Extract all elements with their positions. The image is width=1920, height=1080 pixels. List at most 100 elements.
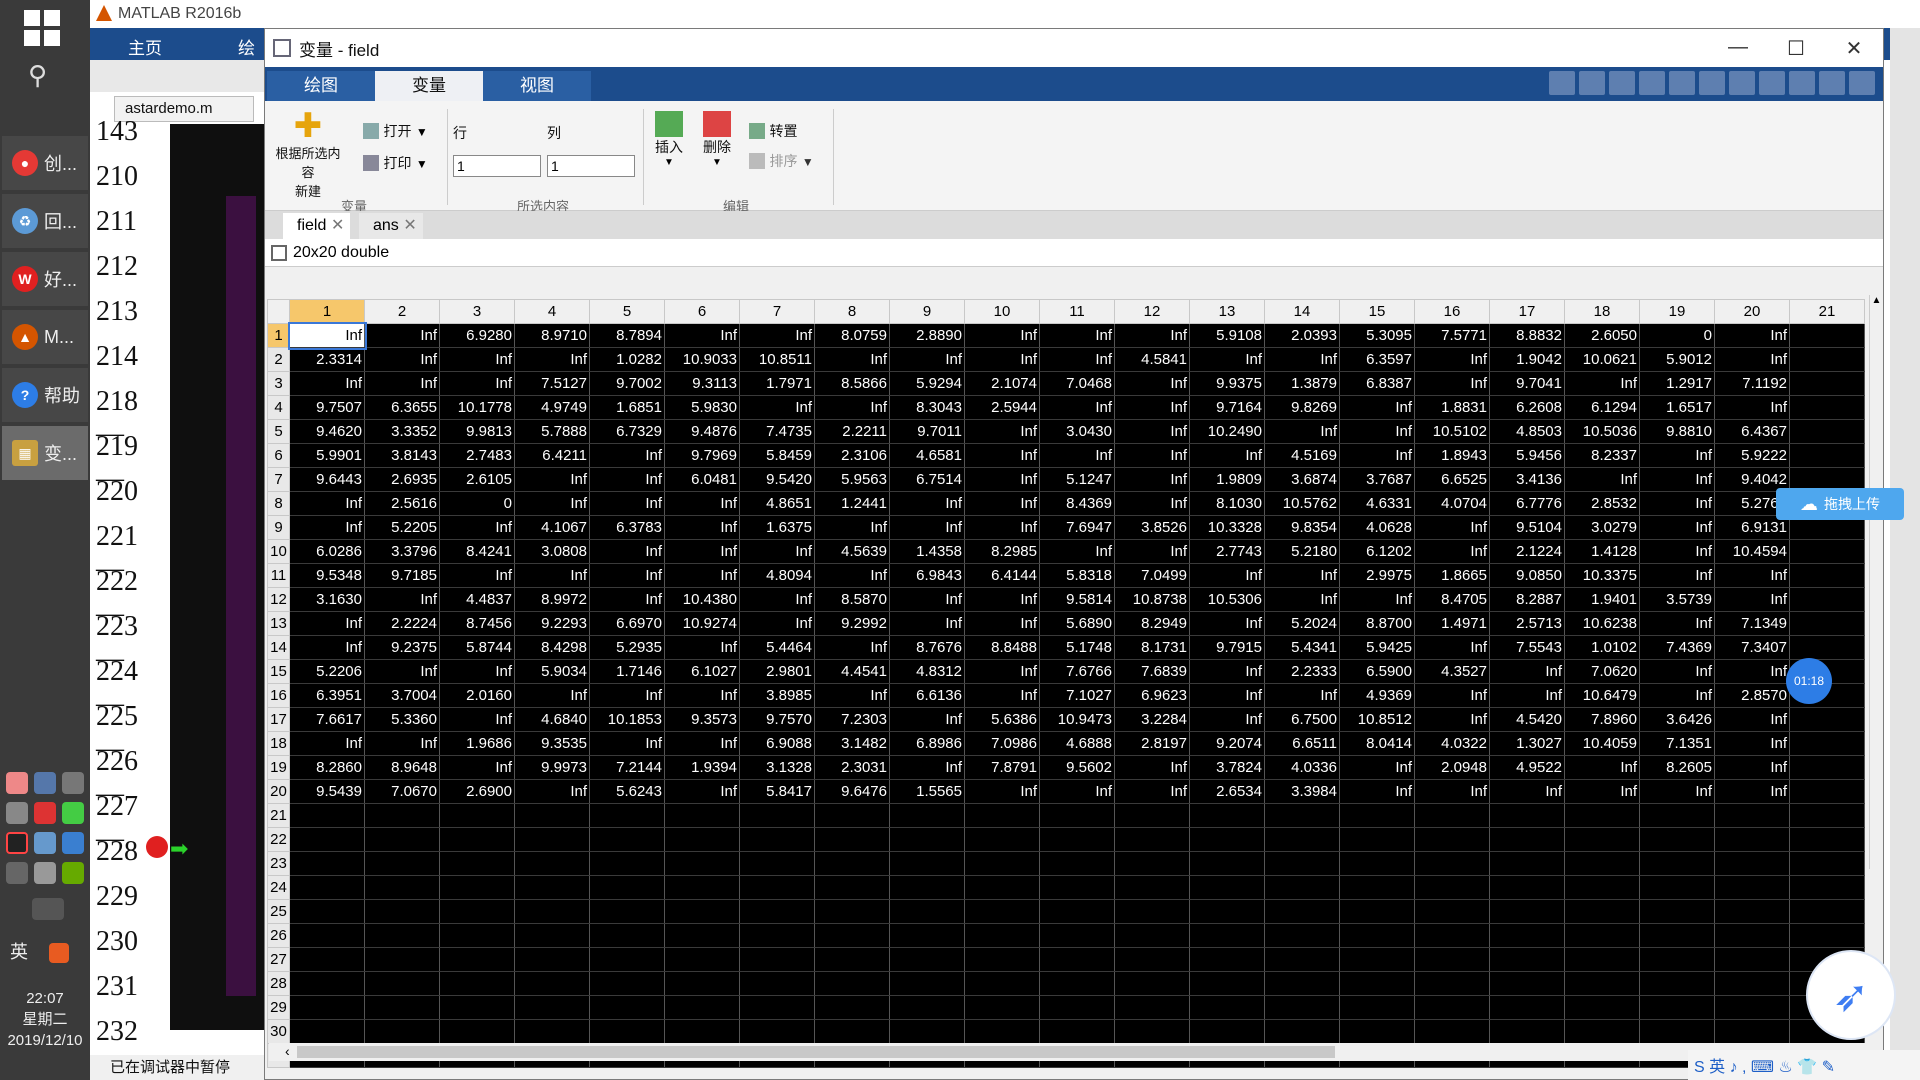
grid-cell[interactable] [1414, 851, 1490, 876]
grid-cell[interactable]: 7.1027 [1039, 683, 1115, 708]
grid-cell[interactable] [1714, 995, 1790, 1020]
grid-cell[interactable]: 10.5036 [1564, 419, 1640, 444]
grid-cell[interactable] [1489, 971, 1565, 996]
grid-cell[interactable] [1489, 995, 1565, 1020]
grid-cell[interactable]: Inf [589, 443, 665, 468]
grid-cell[interactable] [439, 995, 515, 1020]
grid-cell[interactable] [589, 995, 665, 1020]
grid-cell[interactable]: 7.0499 [1114, 563, 1190, 588]
grid-cell[interactable] [814, 971, 890, 996]
grid-cell[interactable]: Inf [364, 347, 440, 372]
row-header[interactable]: 1 [267, 323, 290, 348]
grid-cell[interactable]: 6.3597 [1339, 347, 1415, 372]
grid-cell[interactable]: Inf [364, 731, 440, 756]
undo-icon[interactable] [1699, 71, 1725, 95]
grid-cell[interactable] [439, 803, 515, 828]
grid-cell[interactable]: Inf [1414, 779, 1490, 804]
grid-cell[interactable] [1339, 851, 1415, 876]
grid-cell[interactable] [1339, 875, 1415, 900]
grid-cell[interactable]: 10.1778 [439, 395, 515, 420]
grid-cell[interactable]: 8.5866 [814, 371, 890, 396]
grid-cell[interactable]: Inf [1639, 539, 1715, 564]
grid-cell[interactable]: Inf [289, 611, 365, 636]
grid-cell[interactable]: 6.3951 [289, 683, 365, 708]
grid-cell[interactable]: Inf [1639, 491, 1715, 516]
grid-cell[interactable]: 2.8890 [889, 323, 965, 348]
grid-cell[interactable]: Inf [889, 587, 965, 612]
grid-cell[interactable]: 9.3113 [664, 371, 740, 396]
grid-cell[interactable]: 3.8526 [1114, 515, 1190, 540]
grid-cell[interactable]: 3.7824 [1189, 755, 1265, 780]
grid-cell[interactable]: 8.0759 [814, 323, 890, 348]
col-input[interactable]: 1 [547, 155, 635, 177]
grid-cell[interactable]: Inf [814, 395, 890, 420]
grid-cell[interactable]: 4.9369 [1339, 683, 1415, 708]
grid-cell[interactable]: Inf [1339, 755, 1415, 780]
grid-cell[interactable] [1714, 923, 1790, 948]
grid-cell[interactable] [964, 827, 1040, 852]
grid-cell[interactable] [1639, 947, 1715, 972]
grid-cell[interactable] [664, 875, 740, 900]
cut-icon[interactable] [1609, 71, 1635, 95]
grid-cell[interactable] [1189, 851, 1265, 876]
grid-cell[interactable]: Inf [589, 467, 665, 492]
row-header[interactable]: 14 [267, 635, 290, 660]
grid-cell[interactable]: 9.3573 [664, 707, 740, 732]
grid-cell[interactable]: Inf [364, 371, 440, 396]
grid-cell[interactable]: Inf [1714, 587, 1790, 612]
grid-cell[interactable]: Inf [1414, 515, 1490, 540]
column-header[interactable]: 2 [364, 299, 440, 324]
grid-cell[interactable]: Inf [964, 347, 1040, 372]
grid-cell[interactable] [1789, 923, 1865, 948]
row-header[interactable]: 22 [267, 827, 290, 852]
grid-cell[interactable] [1789, 443, 1865, 468]
grid-cell[interactable]: 5.9222 [1714, 443, 1790, 468]
grid-cell[interactable]: 2.2224 [364, 611, 440, 636]
column-header[interactable]: 17 [1489, 299, 1565, 324]
grid-cell[interactable] [364, 875, 440, 900]
grid-cell[interactable]: 6.3783 [589, 515, 665, 540]
grid-cell[interactable]: Inf [1114, 371, 1190, 396]
grid-cell[interactable] [289, 971, 365, 996]
row-header[interactable]: 21 [267, 803, 290, 828]
grid-cell[interactable]: 10.6479 [1564, 683, 1640, 708]
grid-cell[interactable]: Inf [739, 611, 815, 636]
row-header[interactable]: 26 [267, 923, 290, 948]
grid-cell[interactable]: 10.6238 [1564, 611, 1640, 636]
grid-cell[interactable] [1789, 371, 1865, 396]
grid-cell[interactable] [664, 1019, 740, 1044]
grid-cell[interactable] [1339, 1019, 1415, 1044]
grid-cell[interactable]: 5.8318 [1039, 563, 1115, 588]
grid-cell[interactable]: 4.8312 [889, 659, 965, 684]
column-header[interactable]: 10 [964, 299, 1040, 324]
grid-cell[interactable] [739, 995, 815, 1020]
grid-cell[interactable]: 7.1351 [1639, 731, 1715, 756]
row-header[interactable]: 27 [267, 947, 290, 972]
grid-cell[interactable]: 9.9813 [439, 419, 515, 444]
grid-cell[interactable] [1414, 923, 1490, 948]
grid-cell[interactable]: 7.1192 [1714, 371, 1790, 396]
grid-cell[interactable] [1264, 827, 1340, 852]
grid-cell[interactable] [589, 827, 665, 852]
grid-cell[interactable]: 10.0621 [1564, 347, 1640, 372]
grid-cell[interactable]: 8.1731 [1114, 635, 1190, 660]
grid-cell[interactable]: 4.1067 [514, 515, 590, 540]
grid-cell[interactable] [1789, 539, 1865, 564]
grid-cell[interactable]: 6.7500 [1264, 707, 1340, 732]
grid-cell[interactable]: 9.0850 [1489, 563, 1565, 588]
grid-cell[interactable]: 2.3106 [814, 443, 890, 468]
grid-cell[interactable]: 8.9972 [514, 587, 590, 612]
grid-cell[interactable] [739, 851, 815, 876]
grid-cell[interactable] [814, 899, 890, 924]
taskbar-item-matlab[interactable]: ▲ M... [2, 310, 88, 364]
tab-home[interactable]: 主页 [128, 34, 162, 59]
grid-cell[interactable]: 3.3796 [364, 539, 440, 564]
grid-cell[interactable]: 6.4367 [1714, 419, 1790, 444]
grid-cell[interactable] [439, 875, 515, 900]
grid-cell[interactable]: 9.2074 [1189, 731, 1265, 756]
grid-cell[interactable] [1489, 923, 1565, 948]
grid-cell[interactable]: 10.4594 [1714, 539, 1790, 564]
grid-cell[interactable] [1714, 947, 1790, 972]
grid-cell[interactable] [1564, 827, 1640, 852]
grid-cell[interactable]: 8.4369 [1039, 491, 1115, 516]
